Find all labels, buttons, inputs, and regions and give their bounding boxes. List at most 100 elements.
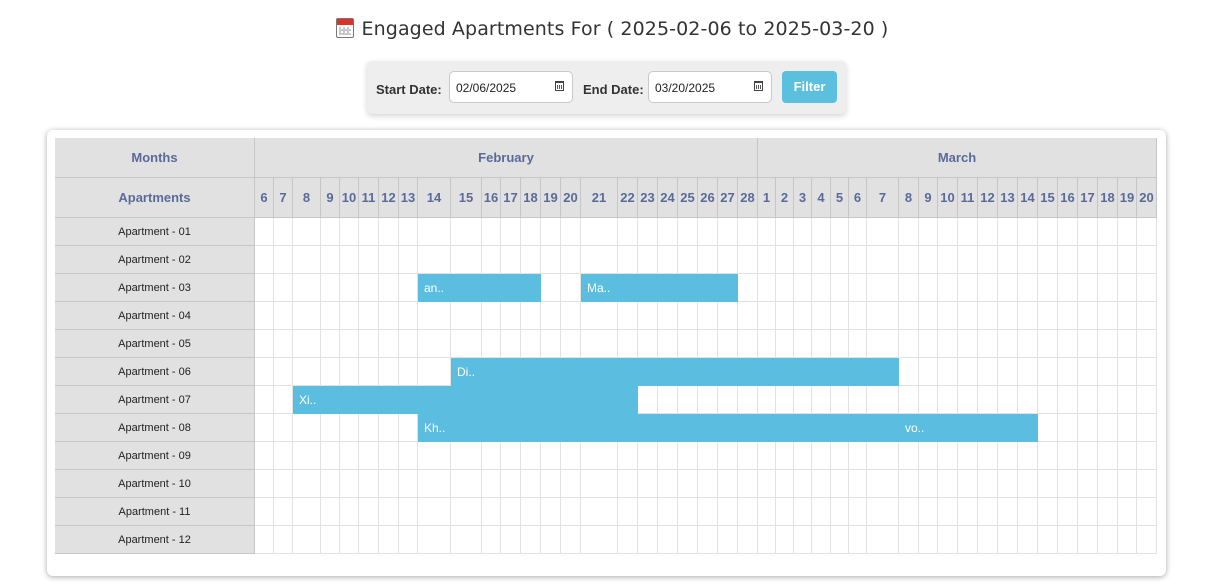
grid-cell[interactable] xyxy=(849,498,867,526)
grid-cell[interactable] xyxy=(998,498,1018,526)
grid-cell[interactable] xyxy=(379,526,399,554)
grid-cell[interactable] xyxy=(359,414,379,442)
grid-cell[interactable] xyxy=(274,218,293,246)
grid-cell[interactable] xyxy=(379,358,399,386)
grid-cell[interactable] xyxy=(561,330,581,358)
grid-cell[interactable] xyxy=(521,498,541,526)
grid-cell[interactable] xyxy=(1118,302,1137,330)
grid-cell[interactable] xyxy=(1137,274,1157,302)
grid-cell[interactable] xyxy=(958,526,978,554)
grid-cell[interactable] xyxy=(321,274,340,302)
grid-cell[interactable] xyxy=(1078,386,1098,414)
grid-cell[interactable] xyxy=(274,358,293,386)
grid-cell[interactable] xyxy=(758,330,776,358)
grid-cell[interactable] xyxy=(849,330,867,358)
grid-cell[interactable] xyxy=(738,330,758,358)
grid-cell[interactable] xyxy=(274,302,293,330)
grid-cell[interactable] xyxy=(658,330,678,358)
grid-cell[interactable] xyxy=(658,498,678,526)
grid-cell[interactable] xyxy=(293,358,321,386)
filter-button[interactable]: Filter xyxy=(782,71,837,103)
grid-cell[interactable] xyxy=(867,302,899,330)
grid-cell[interactable] xyxy=(340,414,359,442)
grid-cell[interactable] xyxy=(698,470,718,498)
grid-cell[interactable] xyxy=(899,442,919,470)
grid-cell[interactable] xyxy=(899,218,919,246)
grid-cell[interactable] xyxy=(255,274,274,302)
grid-cell[interactable] xyxy=(561,274,581,302)
grid-cell[interactable] xyxy=(618,470,638,498)
grid-cell[interactable] xyxy=(919,358,938,386)
grid-cell[interactable] xyxy=(1137,218,1157,246)
grid-cell[interactable] xyxy=(1038,498,1058,526)
grid-cell[interactable] xyxy=(718,498,738,526)
grid-cell[interactable] xyxy=(293,414,321,442)
grid-cell[interactable] xyxy=(1118,442,1137,470)
grid-cell[interactable] xyxy=(1038,358,1058,386)
grid-cell[interactable] xyxy=(255,302,274,330)
grid-cell[interactable] xyxy=(794,274,812,302)
grid-cell[interactable] xyxy=(379,442,399,470)
grid-cell[interactable] xyxy=(958,470,978,498)
grid-cell[interactable] xyxy=(919,498,938,526)
grid-cell[interactable] xyxy=(321,358,340,386)
grid-cell[interactable] xyxy=(379,246,399,274)
grid-cell[interactable] xyxy=(958,330,978,358)
grid-cell[interactable] xyxy=(379,470,399,498)
grid-cell[interactable] xyxy=(451,330,482,358)
grid-cell[interactable] xyxy=(698,498,718,526)
grid-cell[interactable] xyxy=(321,442,340,470)
grid-cell[interactable] xyxy=(938,330,958,358)
grid-cell[interactable] xyxy=(938,386,958,414)
grid-cell[interactable] xyxy=(359,274,379,302)
grid-cell[interactable] xyxy=(379,330,399,358)
grid-cell[interactable] xyxy=(658,470,678,498)
grid-cell[interactable] xyxy=(1118,414,1137,442)
grid-cell[interactable] xyxy=(321,470,340,498)
grid-cell[interactable] xyxy=(561,442,581,470)
grid-cell[interactable] xyxy=(501,246,521,274)
grid-cell[interactable] xyxy=(919,470,938,498)
grid-cell[interactable] xyxy=(867,274,899,302)
grid-cell[interactable] xyxy=(255,358,274,386)
grid-cell[interactable] xyxy=(561,302,581,330)
grid-cell[interactable] xyxy=(418,330,451,358)
grid-cell[interactable] xyxy=(958,246,978,274)
grid-cell[interactable] xyxy=(1018,218,1038,246)
grid-cell[interactable] xyxy=(1038,526,1058,554)
grid-cell[interactable] xyxy=(698,218,718,246)
grid-cell[interactable] xyxy=(581,498,618,526)
grid-cell[interactable] xyxy=(399,274,418,302)
grid-cell[interactable] xyxy=(1018,526,1038,554)
grid-cell[interactable] xyxy=(794,386,812,414)
grid-cell[interactable] xyxy=(698,526,718,554)
start-date-input[interactable]: 02/06/2025 xyxy=(449,71,573,103)
grid-cell[interactable] xyxy=(678,246,698,274)
grid-cell[interactable] xyxy=(794,442,812,470)
grid-cell[interactable] xyxy=(1118,218,1137,246)
grid-cell[interactable] xyxy=(293,498,321,526)
grid-cell[interactable] xyxy=(293,218,321,246)
grid-cell[interactable] xyxy=(867,498,899,526)
grid-cell[interactable] xyxy=(618,498,638,526)
calendar-icon[interactable] xyxy=(555,81,564,91)
grid-cell[interactable] xyxy=(1098,470,1118,498)
grid-cell[interactable] xyxy=(738,274,758,302)
grid-cell[interactable] xyxy=(255,470,274,498)
grid-cell[interactable] xyxy=(1018,302,1038,330)
booking-bar[interactable]: Di.. xyxy=(451,358,899,386)
grid-cell[interactable] xyxy=(812,218,831,246)
grid-cell[interactable] xyxy=(698,246,718,274)
grid-cell[interactable] xyxy=(1058,470,1078,498)
grid-cell[interactable] xyxy=(978,246,998,274)
grid-cell[interactable] xyxy=(501,218,521,246)
grid-cell[interactable] xyxy=(831,470,849,498)
grid-cell[interactable] xyxy=(618,442,638,470)
grid-cell[interactable] xyxy=(1038,330,1058,358)
grid-cell[interactable] xyxy=(561,470,581,498)
grid-cell[interactable] xyxy=(274,498,293,526)
grid-cell[interactable] xyxy=(958,498,978,526)
grid-cell[interactable] xyxy=(919,386,938,414)
grid-cell[interactable] xyxy=(1098,498,1118,526)
grid-cell[interactable] xyxy=(978,358,998,386)
